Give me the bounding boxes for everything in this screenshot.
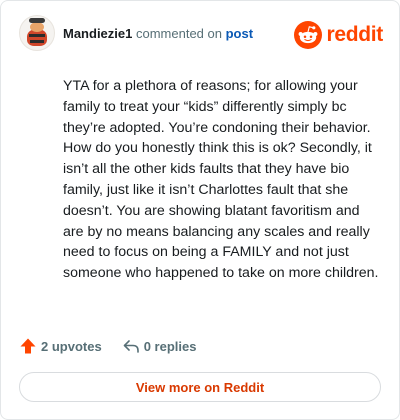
upvote-button[interactable]: 2 upvotes bbox=[19, 337, 102, 355]
comment-body: YTA for a plethora of reasons; for allow… bbox=[63, 78, 379, 282]
reddit-wordmark: reddit bbox=[326, 23, 383, 46]
avatar-stripe bbox=[30, 40, 44, 43]
reply-button[interactable]: 0 replies bbox=[122, 337, 197, 355]
comment-embed-card: Mandiezie1 commented on post reddit YTA … bbox=[0, 0, 400, 420]
avatar-hat bbox=[29, 18, 45, 23]
reply-arrow-icon bbox=[123, 340, 139, 353]
avatar-stripe bbox=[29, 34, 45, 37]
reply-count: 0 replies bbox=[143, 338, 197, 354]
comment-meta: Mandiezie1 commented on post bbox=[63, 26, 253, 41]
upvote-arrow-icon bbox=[20, 338, 36, 354]
view-more-button[interactable]: View more on Reddit bbox=[19, 372, 381, 402]
comment-actions: 2 upvotes 0 replies bbox=[19, 337, 196, 355]
comment-header: Mandiezie1 commented on post bbox=[19, 15, 253, 51]
reddit-brand[interactable]: reddit bbox=[294, 21, 383, 49]
reddit-logo-icon bbox=[294, 21, 323, 49]
avatar-face bbox=[30, 22, 44, 32]
username-link[interactable]: Mandiezie1 bbox=[63, 26, 132, 41]
upvote-count: 2 upvotes bbox=[41, 338, 102, 354]
avatar[interactable] bbox=[19, 15, 55, 51]
post-link[interactable]: post bbox=[226, 26, 253, 41]
action-text: commented on bbox=[135, 25, 222, 41]
